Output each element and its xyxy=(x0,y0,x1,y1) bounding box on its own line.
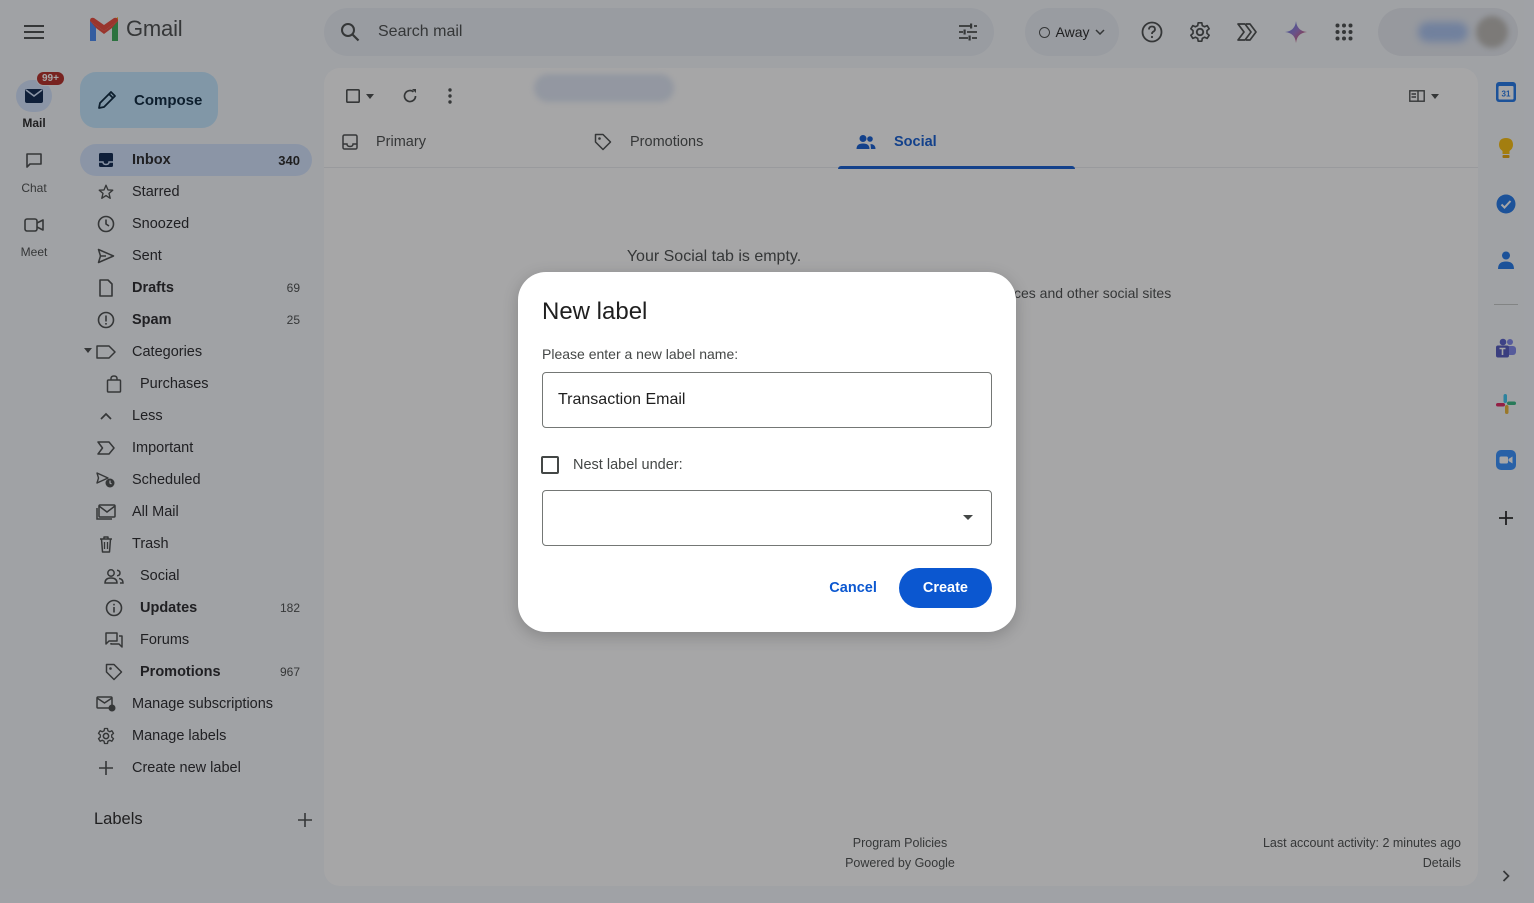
nest-label-text: Nest label under: xyxy=(573,457,683,473)
create-button[interactable]: Create xyxy=(898,568,992,608)
nest-label-checkbox[interactable] xyxy=(541,456,559,474)
dialog-actions: Cancel Create xyxy=(817,568,992,608)
dialog-prompt: Please enter a new label name: xyxy=(542,346,739,362)
nest-label-row: Nest label under: xyxy=(541,456,992,474)
dropdown-arrow-icon xyxy=(963,515,973,520)
label-name-input[interactable] xyxy=(542,372,992,428)
parent-label-select[interactable] xyxy=(542,490,992,546)
cancel-button[interactable]: Cancel xyxy=(817,568,889,608)
dialog-title: New label xyxy=(542,298,648,325)
new-label-dialog: New label Please enter a new label name:… xyxy=(518,272,1016,632)
